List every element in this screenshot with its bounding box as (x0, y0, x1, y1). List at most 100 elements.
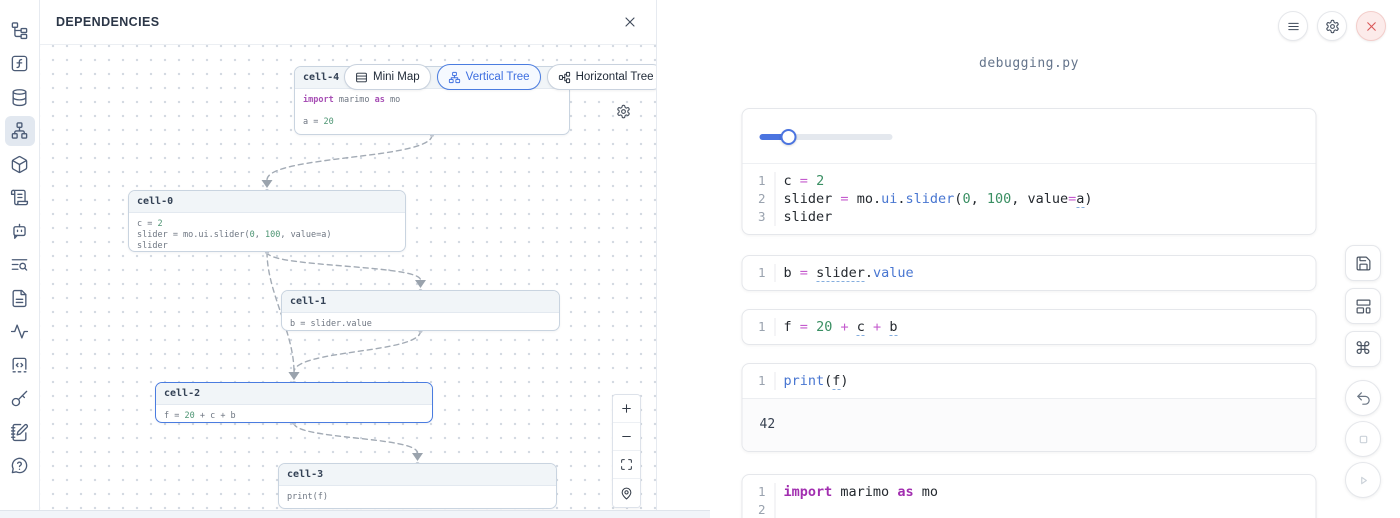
code-token (832, 191, 840, 207)
slider-thumb[interactable] (781, 129, 797, 145)
stop-button[interactable] (1345, 421, 1381, 457)
map-pin-icon (620, 487, 633, 500)
locate-button[interactable] (613, 479, 640, 507)
sidebar-item-documentation[interactable] (5, 283, 35, 313)
code-token: b = slider.value (290, 319, 372, 329)
code-token: import (784, 484, 833, 500)
sidebar-item-tracebacks[interactable] (5, 250, 35, 280)
code-token: ) (840, 373, 848, 389)
undo-button[interactable] (1345, 380, 1381, 416)
zoom-in-button[interactable] (613, 395, 640, 423)
sidebar-item-secrets[interactable] (5, 384, 35, 414)
chat-bot-icon (10, 222, 29, 241)
notebook-cell[interactable]: 1b = slider.value (742, 255, 1317, 291)
save-button[interactable] (1345, 245, 1381, 281)
code-token: as (897, 484, 913, 500)
gear-icon (616, 104, 636, 119)
code-editor[interactable]: 1print(f) (743, 364, 1316, 398)
graph-node-cell-2[interactable]: cell-2f = 20 + c + b (155, 382, 433, 423)
node-title: cell-3 (279, 464, 556, 486)
graph-node-cell-0[interactable]: cell-0c = 2slider = mo.ui.slider(0, 100,… (128, 190, 406, 252)
line-numbers: 1 (743, 318, 776, 336)
dependency-graph-canvas[interactable]: Mini Map Vertical TreeHorizontal Tree cel… (40, 45, 656, 510)
run-button[interactable] (1345, 462, 1381, 498)
fit-view-button[interactable] (613, 451, 640, 479)
helper-sidebar (0, 0, 40, 518)
menu-button[interactable] (1278, 11, 1308, 41)
view-button-label: Mini Map (373, 71, 420, 83)
close-icon (1364, 19, 1379, 34)
graph-settings-button[interactable] (616, 101, 636, 121)
node-code: b = slider.value (282, 313, 559, 331)
app-root: DEPENDENCIES Mini Map Vertical TreeHorizo… (0, 0, 1400, 518)
code-editor[interactable]: 1f = 20 + c + b (743, 310, 1316, 344)
code-token: marimo (334, 95, 375, 105)
panel-close-button[interactable] (620, 13, 640, 33)
scroll-text-icon (10, 188, 29, 207)
slider-track[interactable] (760, 134, 893, 140)
notebook-pen-icon (10, 423, 29, 442)
sidebar-item-data-sources[interactable] (5, 82, 35, 112)
zoom-out-button[interactable] (613, 423, 640, 451)
sidebar-item-variables[interactable] (5, 49, 35, 79)
code-token (865, 319, 873, 335)
code-token: ( (824, 373, 832, 389)
code-token: mo (922, 484, 938, 500)
notebook-cell[interactable]: 12import marimo as mo (742, 474, 1317, 518)
package-icon (10, 155, 29, 174)
sidebar-item-outline[interactable] (5, 317, 35, 347)
sidebar-item-help[interactable] (5, 451, 35, 481)
code-token (881, 319, 889, 335)
close-button[interactable] (1356, 11, 1386, 41)
sidebar-item-logs[interactable] (5, 183, 35, 213)
vertical-tree-button[interactable]: Vertical Tree (437, 64, 541, 90)
mini-map-button[interactable]: Mini Map (344, 64, 431, 90)
code-lines: f = 20 + c + b (776, 318, 898, 336)
code-token: print (784, 373, 825, 389)
code-editor[interactable]: 123c = 2slider = mo.ui.slider(0, 100, va… (743, 164, 1316, 234)
code-token (849, 191, 857, 207)
horizontal-tree-icon (558, 71, 571, 84)
code-editor[interactable]: 1b = slider.value (743, 256, 1316, 290)
code-token: 2 (157, 219, 162, 229)
code-token: = (840, 191, 848, 207)
notebook-filename: debugging.py (658, 56, 1400, 71)
code-token: import (303, 95, 334, 105)
notebook-side-actions: ⌘ (1345, 245, 1381, 503)
dependency-graph-icon (10, 121, 29, 140)
node-title: cell-2 (156, 383, 432, 405)
node-title: cell-0 (129, 191, 405, 213)
save-icon (1355, 255, 1372, 272)
stop-icon (1355, 431, 1372, 448)
gear-icon (1325, 19, 1340, 34)
sidebar-item-scratchpad[interactable] (5, 417, 35, 447)
code-token: 0 (962, 191, 970, 207)
cell-output: 42 (743, 398, 1316, 451)
sidebar-item-file-explorer[interactable] (5, 15, 35, 45)
graph-node-cell-1[interactable]: cell-1b = slider.value (281, 290, 560, 331)
notebook-cell[interactable]: 1f = 20 + c + b (742, 309, 1317, 345)
sidebar-item-snippets[interactable] (5, 350, 35, 380)
sidebar-item-dependencies[interactable] (5, 116, 35, 146)
notebook-cell[interactable]: 123c = 2slider = mo.ui.slider(0, 100, va… (742, 108, 1317, 235)
code-token (832, 319, 840, 335)
graph-node-cell-3[interactable]: cell-3print(f) (278, 463, 557, 509)
horizontal-tree-button[interactable]: Horizontal Tree (547, 64, 656, 90)
code-lines: b = slider.value (776, 264, 914, 282)
code-token: marimo (840, 484, 889, 500)
code-token: slider (816, 265, 865, 282)
sidebar-item-chat[interactable] (5, 216, 35, 246)
sidebar-item-packages[interactable] (5, 149, 35, 179)
code-editor[interactable]: 12import marimo as mo (743, 475, 1316, 518)
notebook-cell[interactable]: 1print(f)42 (742, 363, 1317, 452)
panel-title: DEPENDENCIES (56, 15, 159, 29)
dependencies-panel: DEPENDENCIES Mini Map Vertical TreeHorizo… (40, 0, 657, 510)
code-token: slider (906, 191, 955, 207)
code-token (808, 319, 816, 335)
code-token: , (971, 191, 987, 207)
layout-button[interactable] (1345, 288, 1381, 324)
code-token: b (889, 319, 897, 336)
code-token: 20 (184, 411, 194, 421)
command-palette-button[interactable]: ⌘ (1345, 331, 1381, 367)
settings-button[interactable] (1317, 11, 1347, 41)
